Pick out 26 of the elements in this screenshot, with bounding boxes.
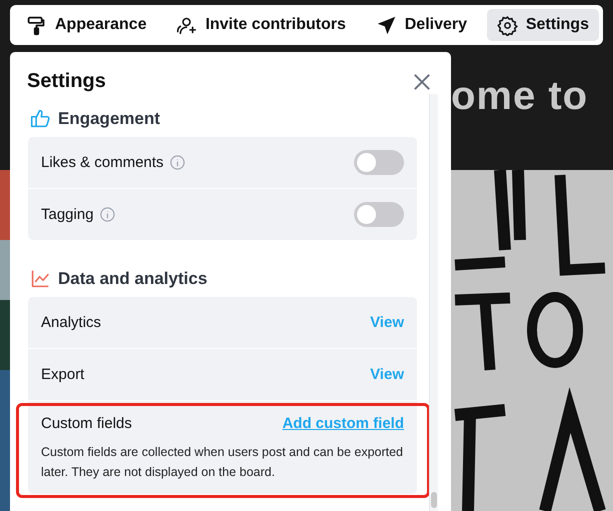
section-heading: Engagement	[58, 108, 160, 128]
nav-tab[interactable]: Delivery	[366, 9, 477, 41]
send-icon	[376, 14, 397, 36]
close-button[interactable]	[413, 72, 431, 90]
scrollbar[interactable]	[429, 94, 438, 511]
nav-tab[interactable]: Appearance	[26, 9, 157, 41]
nav-tab[interactable]: Invite contributors	[166, 9, 356, 41]
section-heading: Data and analytics	[58, 268, 208, 288]
info-icon[interactable]	[100, 207, 115, 222]
setting-label: Likes & comments	[41, 154, 164, 171]
nav-tab[interactable]: Settings	[486, 9, 599, 41]
paint-roller-icon	[26, 14, 47, 36]
setting-label: Custom fields	[41, 415, 132, 432]
toggle-switch[interactable]	[354, 150, 404, 175]
info-icon[interactable]	[170, 155, 185, 170]
setting-label: Export	[41, 366, 84, 383]
toggle-switch[interactable]	[354, 202, 404, 227]
line-chart-icon	[30, 268, 51, 289]
setting-description: Custom fields are collected when users post and can be exported later. They are not displayed on the board.	[41, 444, 404, 481]
thumbs-up-icon	[30, 108, 51, 129]
settings-icon	[496, 14, 518, 36]
panel-title: Settings	[27, 70, 106, 93]
board-heading: ome to	[451, 74, 588, 118]
setting-label: Analytics	[41, 314, 102, 331]
setting-label: Tagging	[41, 206, 94, 223]
close-icon	[413, 72, 431, 90]
